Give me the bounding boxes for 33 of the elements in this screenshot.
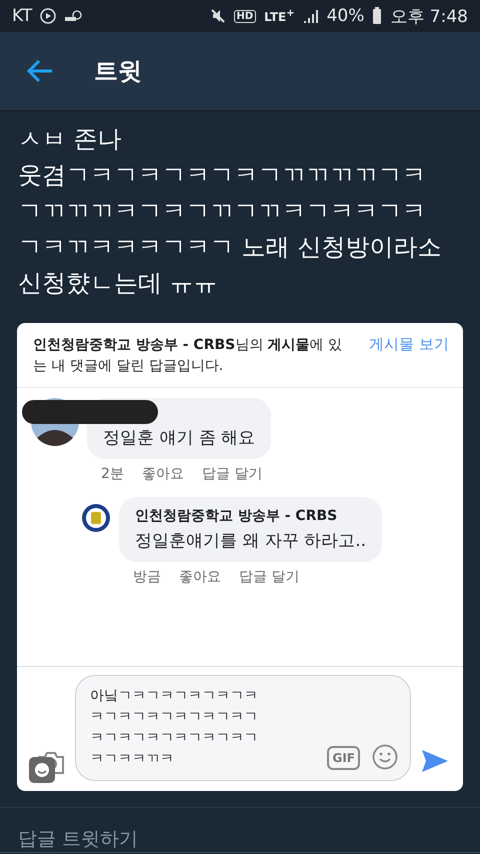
clock: 오후 7:48	[390, 6, 468, 28]
battery-icon	[372, 7, 382, 25]
battery-percent: 40%	[326, 6, 364, 26]
view-post-link[interactable]: 게시물 보기	[369, 335, 449, 377]
comment-action[interactable]: 답글 달기	[239, 568, 300, 586]
school-emblem-icon	[81, 503, 111, 533]
send-icon[interactable]	[421, 749, 449, 773]
tweet-text-line: ㄱㅋㄲㅋㅋㅋㄱㅋㄱ 노래 신청방이라소	[18, 232, 442, 263]
back-arrow-icon[interactable]	[26, 59, 54, 83]
notice-text: 인천청람중학교 방송부 - CRBS님의 게시물에 있는 내 댓글에 달린 답글입니다.	[33, 336, 344, 376]
network-type: LTE$^{+}$	[264, 8, 295, 24]
smiley-icon[interactable]	[372, 744, 398, 770]
signal-icon	[302, 8, 319, 24]
comment-time: 2분	[101, 465, 124, 483]
comment-action[interactable]: 좋아요	[179, 568, 221, 586]
hd-badge: HD	[234, 10, 256, 22]
reply-text: 정일훈얘기를 왜 자꾸 하라고..	[135, 530, 366, 552]
carrier: KT	[12, 6, 32, 26]
tweet-text-line: ㄱㄲㄲㄲㅋㄱㅋㄱㄲㄱㄲㅋㄱㅋㅋㄱㅋ	[18, 196, 426, 227]
comment-action[interactable]: 좋아요	[142, 465, 184, 483]
tweet-text-line: 웃겸ㄱㅋㄱㅋㄱㅋㄱㅋㄱㄲㄲㄲㄲㄱㅋ	[18, 160, 426, 191]
reply-field[interactable]: 아닠ㄱㅋㄱㅋㄱㅋㄱㅋㄱㅋ ㅋㄱㅋㄱㅋㄱㅋㄱㅋㄱㅋㄱ ㅋㄱㅋㄱㅋㄱㅋㄱㅋㄱㅋㄱ ㅋㄱㅋㅋㄲㅋ GIF	[75, 675, 411, 781]
comment-action[interactable]: 답글 달기	[202, 465, 262, 483]
tweet-text-line: ㅅㅂ 존나	[18, 124, 122, 155]
reply-tweet-placeholder[interactable]: 답글 트윗하기	[18, 828, 138, 850]
gif-button[interactable]: GIF	[327, 746, 360, 770]
tweet-text-line: 신청햤ㄴ는데 ㅠㅠ	[18, 268, 218, 299]
play-icon	[40, 8, 56, 24]
mute-icon	[210, 8, 226, 24]
comment-time: 방금	[133, 568, 161, 586]
sticker-icon[interactable]	[29, 757, 55, 783]
author-name[interactable]: 인천청람중학교 방송부 - CRBS	[135, 507, 366, 525]
page-title: 트윗	[94, 56, 142, 87]
